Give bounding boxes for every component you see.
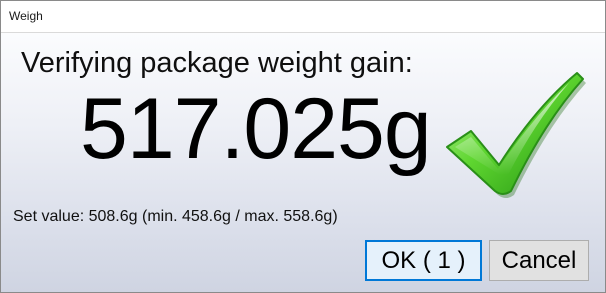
check-icon: [446, 72, 586, 198]
weight-reading: 517.025g: [80, 81, 432, 177]
ok-button[interactable]: OK ( 1 ): [365, 240, 482, 281]
weigh-dialog: Weigh Verifying package weight gain: 517…: [0, 0, 606, 293]
window-title: Weigh: [9, 9, 43, 23]
dialog-content: Verifying package weight gain: 517.025g …: [1, 33, 605, 292]
cancel-button[interactable]: Cancel: [489, 240, 589, 281]
set-value-label: Set value: 508.6g (min. 458.6g / max. 55…: [13, 208, 338, 225]
verification-heading: Verifying package weight gain:: [21, 47, 413, 79]
title-bar[interactable]: Weigh: [1, 1, 605, 33]
